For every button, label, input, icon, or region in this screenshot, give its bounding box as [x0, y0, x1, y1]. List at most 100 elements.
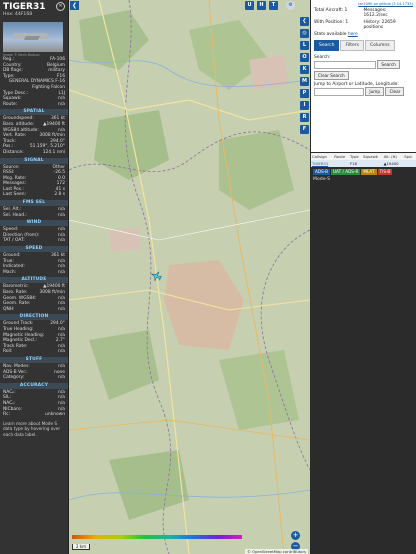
info-key: Mach: [3, 269, 17, 275]
stats-row-3: Stats available here [311, 30, 416, 37]
info-key: Rc: [3, 412, 10, 418]
column-header[interactable]: Alt. (ft) [382, 153, 404, 160]
info-row: Sel. Head.: n/a [0, 213, 68, 219]
map-button-h[interactable]: H [257, 1, 266, 10]
stats-here-link[interactable]: here [348, 32, 358, 37]
table-cell: TIGER31 [312, 161, 329, 166]
table-row[interactable]: TIGER31 F16 ▲19400 [311, 160, 416, 167]
map-button-r[interactable]: R [300, 113, 309, 122]
total-aircraft: Total Aircraft: 1 [314, 8, 348, 13]
clear-jump-button[interactable]: Clear [385, 87, 405, 96]
table-cell: F16 [350, 161, 358, 166]
info-value: GENERAL DYNAMICS F-16 Fighting Falcon [8, 79, 65, 90]
aircraft-table: Callsign Route Type Squawk Alt. (ft) Spd. TIG… [311, 153, 416, 167]
section-header: ACCURACY [0, 382, 68, 389]
map-scale: 2 km [72, 544, 91, 550]
tab-search[interactable]: Search [314, 40, 340, 51]
detail-sections: SPATIAL Groundspeed: 361 kt Baro. altitude:… [0, 109, 68, 417]
column-header[interactable]: Squawk [362, 153, 383, 160]
map-button-t[interactable]: T [269, 1, 278, 10]
aircraft-hex: Hex: 44F168 [3, 12, 33, 17]
history: History: 22659 positions [363, 20, 396, 30]
map-button-p[interactable]: P [300, 89, 309, 98]
section-header: STUFF [0, 356, 68, 363]
column-header[interactable]: Route [333, 153, 350, 160]
section-header: SIGNAL [0, 157, 68, 164]
info-key: TAT / OAT: [3, 238, 25, 244]
info-value: n/a [58, 269, 65, 275]
center-target-icon[interactable]: ◎ [300, 29, 309, 38]
clear-search-button[interactable]: Clear Search [314, 71, 349, 80]
info-key: Roll: [3, 349, 13, 355]
info-value: n/a [58, 349, 65, 355]
map-attribution[interactable]: © OpenStreetMap contributors [245, 549, 308, 554]
map-button-l[interactable]: L [300, 41, 309, 50]
section-header: ALTITUDE [0, 277, 68, 284]
info-key: Last Seen: [3, 192, 26, 198]
column-header[interactable]: Spd. [403, 153, 416, 160]
with-position: With Position: 1 [314, 20, 349, 25]
section-header: SPATIAL [0, 109, 68, 116]
map-view[interactable]: U H T ⚙ ❮ ◎ L O K M P I R F ❮ + − 2 km © OpenStreetM… [69, 0, 310, 554]
info-value: n/a [58, 101, 65, 107]
column-header[interactable]: Type [349, 153, 363, 160]
info-value: unknown [45, 412, 65, 418]
info-value: n/a [58, 238, 65, 244]
search-button[interactable]: Search [377, 60, 400, 69]
aircraft-header: TIGER31 Hex: 44F168 ✕ [0, 0, 68, 19]
aircraft-info-panel: TIGER31 Hex: 44F168 ✕ Image © Kevin Bods… [0, 0, 69, 554]
info-row: Mach: n/a [0, 270, 68, 276]
jump-button[interactable]: Jump [365, 87, 385, 96]
info-row: Category: n/a [0, 375, 68, 381]
info-key: QNH: [3, 306, 15, 312]
section-header: DIRECTION [0, 314, 68, 321]
source-badge: TIS-B [377, 169, 393, 175]
altitude-color-legend [72, 535, 242, 539]
stats-label: Stats available [314, 32, 347, 37]
jet-wing-shape [23, 36, 41, 40]
section-header: SPEED [0, 246, 68, 253]
right-top: tar1090 on github (3.14.1733) Total Airc… [311, 0, 416, 152]
source-legend: ADS-B UAT / ADS-R MLAT TIS-B [311, 167, 416, 177]
tab-filters[interactable]: Filters [340, 40, 364, 51]
info-key: Category: [3, 375, 25, 381]
messages-block: Messages: 1612.2/sec [364, 8, 414, 18]
messages-value: 1612.2/sec [363, 13, 388, 18]
info-value: n/a [58, 212, 65, 218]
right-panel: ❯ tar1090 on github (3.14.1733) Total Ai… [311, 0, 416, 554]
info-key: Sel. Head.: [3, 212, 27, 218]
map-button-o[interactable]: O [300, 53, 309, 62]
info-value: n/a [58, 375, 65, 381]
search-area: Search: Search Clear Search Jump to Airp… [314, 55, 413, 96]
prev-aircraft-icon[interactable]: ❮ [300, 17, 309, 26]
stats-row-1: Total Aircraft: 1 Messages: 1612.2/sec [311, 6, 416, 18]
info-value: 124.1 nmi [42, 149, 65, 155]
info-row: Last Seen: 2.8 s [0, 192, 68, 198]
settings-gear-icon[interactable]: ⚙ [286, 1, 295, 10]
info-row: TAT / OAT: n/a [0, 238, 68, 244]
zoom-in-button[interactable]: + [291, 531, 300, 540]
info-rows: Reg.: FA-106 Country: Belgium DB flags: milit… [0, 57, 68, 107]
stats-row-2: With Position: 1 History: 22659 position… [311, 18, 416, 30]
map-button-k[interactable]: K [300, 65, 309, 74]
source-badge: MLAT [361, 169, 377, 175]
info-value: 2.8 s [54, 192, 65, 198]
source-badge: UAT / ADS-R [330, 169, 361, 175]
source-badge: ADS-B [313, 169, 330, 175]
table-cell: ▲19400 [383, 161, 399, 166]
map-button-f[interactable]: F [300, 125, 309, 134]
table-cell [403, 160, 416, 167]
footer-text: Learn more about Mode S data type by hov… [3, 420, 61, 437]
aircraft-photo[interactable] [3, 22, 63, 52]
map-button-i[interactable]: I [300, 101, 309, 110]
map-button-m[interactable]: M [300, 77, 309, 86]
jump-input[interactable] [314, 87, 364, 96]
info-row: QNH: n/a [0, 307, 68, 313]
collapse-left-icon[interactable]: ❮ [70, 1, 79, 10]
tab-columns[interactable]: Columns [364, 40, 395, 51]
close-icon[interactable]: ✕ [56, 2, 65, 11]
table-header-row: Callsign Route Type Squawk Alt. (ft) Spd. [311, 153, 416, 160]
column-header[interactable]: Callsign [311, 153, 334, 160]
map-button-u[interactable]: U [245, 1, 254, 10]
search-input[interactable] [314, 60, 376, 69]
